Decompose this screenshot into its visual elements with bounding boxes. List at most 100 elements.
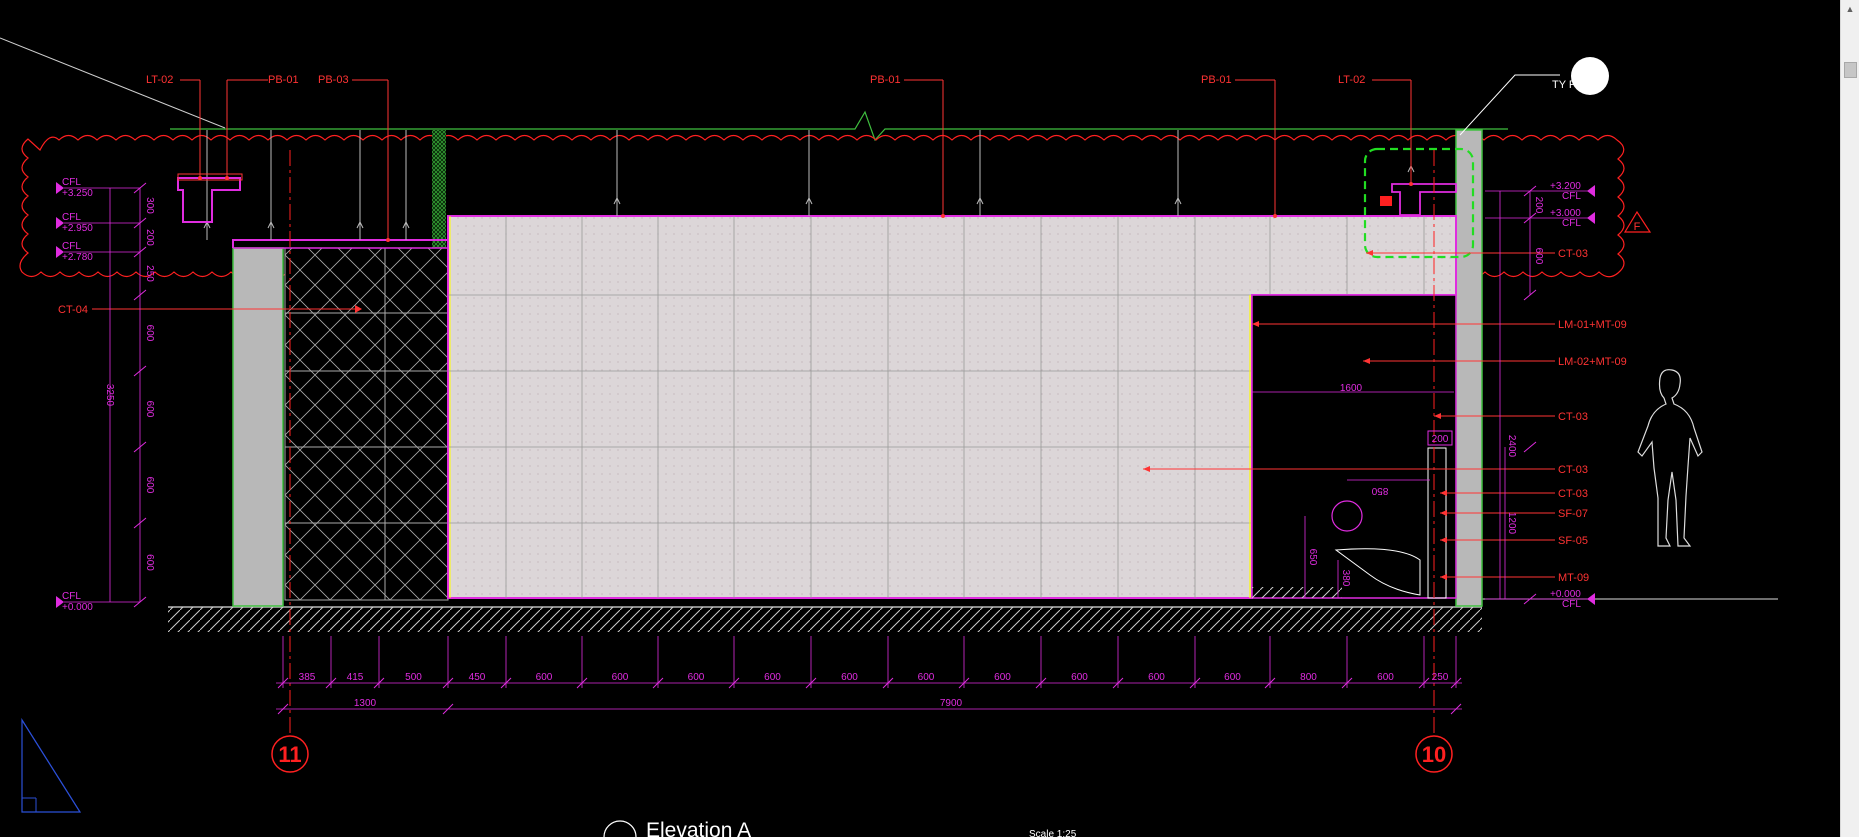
dim-total-text: 7900 bbox=[940, 698, 963, 709]
top-tag-dot bbox=[198, 176, 202, 180]
dim-text-bottom: 600 bbox=[1224, 672, 1241, 683]
cad-viewport[interactable]: 11 10 F TY P 00A LT-02PB-01PB-03PB-01PB-… bbox=[0, 0, 1840, 837]
level-code-left: CFL bbox=[62, 212, 81, 223]
top-tag-dot bbox=[1273, 214, 1277, 218]
dim-text-left: 600 bbox=[144, 401, 155, 418]
pelmet-detail-right bbox=[1391, 183, 1457, 216]
dim-text-left: 200 bbox=[144, 229, 155, 246]
level-value-left: +0.000 bbox=[62, 602, 93, 613]
top-tag-label: PB-03 bbox=[318, 74, 349, 86]
dim-text-bottom: 385 bbox=[299, 672, 316, 683]
right-tag-label: CT-03 bbox=[1558, 488, 1588, 500]
dim-text-left: 600 bbox=[144, 554, 155, 571]
top-tag-label: PB-01 bbox=[1201, 74, 1232, 86]
dim-text-bottom: 600 bbox=[841, 672, 858, 683]
top-tag-label: LT-02 bbox=[146, 74, 173, 86]
mesh-column bbox=[432, 130, 446, 248]
dim-text-bottom: 600 bbox=[612, 672, 629, 683]
dim-text-left: 300 bbox=[144, 197, 155, 214]
section-marker-label: F bbox=[1634, 221, 1641, 233]
scroll-thumb[interactable] bbox=[1844, 62, 1857, 78]
level-code-left: CFL bbox=[62, 591, 81, 602]
level-marker-right bbox=[1587, 212, 1595, 224]
dim-text-bottom: 600 bbox=[994, 672, 1011, 683]
right-tag-label: CT-03 bbox=[1558, 248, 1588, 260]
dim-text-left: 600 bbox=[144, 477, 155, 494]
grid-label-10: 10 bbox=[1422, 742, 1446, 767]
level-marker-right bbox=[1587, 185, 1595, 197]
dim-text-bottom: 415 bbox=[347, 672, 364, 683]
level-code-left: CFL bbox=[62, 241, 81, 252]
human-scale-figure bbox=[1637, 369, 1703, 547]
right-column bbox=[1455, 129, 1483, 607]
dim-text-inner: 200 bbox=[1432, 434, 1449, 445]
dim-text-inner: 1600 bbox=[1340, 383, 1363, 394]
dim-text-right: 1200 bbox=[1506, 512, 1517, 535]
reference-leader bbox=[1459, 74, 1560, 136]
top-tag-dot bbox=[386, 238, 390, 242]
bottom-dimension-chain: 385 415 500 450 600 600 600 600 600 600 600 600 600 6… bbox=[276, 636, 1462, 689]
dim-text-bottom: 600 bbox=[918, 672, 935, 683]
top-tag-dot bbox=[225, 176, 229, 180]
dim-text-bottom: 500 bbox=[405, 672, 422, 683]
level-code-right: CFL bbox=[1562, 599, 1581, 610]
dim-text-left: 250 bbox=[144, 265, 155, 282]
dim-total-left: 3250 bbox=[104, 384, 115, 407]
drawing-title: Elevation A bbox=[646, 819, 751, 837]
dim-text-inner: 380 bbox=[1340, 570, 1351, 587]
ground-hatch bbox=[168, 607, 1482, 632]
left-level-markers: CFL+3.250CFL+2.950CFL+2.780CFL+0.000 bbox=[56, 177, 140, 613]
right-tag-label: LM-02+MT-09 bbox=[1558, 356, 1627, 368]
dim-text-inner: 850 bbox=[1371, 485, 1388, 496]
level-marker-right bbox=[1587, 593, 1595, 605]
top-tag-dot bbox=[1409, 182, 1413, 186]
dim-text-bottom: 250 bbox=[1432, 672, 1449, 683]
soffit-line bbox=[232, 216, 449, 248]
top-tag-label: LT-02 bbox=[1338, 74, 1365, 86]
left-column bbox=[232, 247, 284, 607]
dim-text-bottom: 600 bbox=[1377, 672, 1394, 683]
dim-text-bottom: 450 bbox=[469, 672, 486, 683]
plinth-hatch bbox=[1252, 587, 1342, 598]
top-tag-label: PB-01 bbox=[870, 74, 901, 86]
dim-text-bottom: 600 bbox=[764, 672, 781, 683]
dim-tick-right bbox=[1523, 441, 1537, 453]
right-tag-label: SF-07 bbox=[1558, 508, 1588, 520]
vertical-scrollbar[interactable]: ▲ bbox=[1840, 0, 1859, 837]
level-value-left: +2.950 bbox=[62, 223, 93, 234]
left-tag: CT-04 bbox=[58, 304, 88, 316]
wardrobe-recess bbox=[1251, 294, 1457, 599]
bottom-total-dimensions: 1300 7900 bbox=[276, 698, 1462, 715]
dim-text-right: 2400 bbox=[1506, 435, 1517, 458]
dim-text-right: 600 bbox=[1533, 248, 1544, 265]
level-code-right: CFL bbox=[1562, 218, 1581, 229]
grid-label-11: 11 bbox=[278, 742, 301, 767]
dim-text-bottom: 600 bbox=[1148, 672, 1165, 683]
leader-line bbox=[0, 37, 226, 129]
dim-text-bottom: 600 bbox=[688, 672, 705, 683]
title-bubble bbox=[603, 820, 637, 837]
dim-text-bottom: 800 bbox=[1300, 672, 1317, 683]
dim-text-bottom: 600 bbox=[536, 672, 553, 683]
left-dimension-chain: 300 200 250 600 600 600 600 3250 bbox=[104, 182, 155, 608]
light-fixture-right bbox=[1380, 196, 1392, 206]
pelmet-detail-left bbox=[177, 177, 241, 223]
level-code-right: CFL bbox=[1562, 191, 1581, 202]
north-triangle bbox=[21, 717, 82, 813]
herringbone-panel bbox=[284, 247, 449, 601]
level-value-left: +2.780 bbox=[62, 252, 93, 263]
right-tag-label: SF-05 bbox=[1558, 535, 1588, 547]
right-tag-label: CT-03 bbox=[1558, 464, 1588, 476]
right-tag-label: MT-09 bbox=[1558, 572, 1589, 584]
dim-text-inner: 650 bbox=[1307, 549, 1318, 566]
dim-text-right: 200 bbox=[1533, 197, 1544, 214]
scroll-up-arrow-icon[interactable]: ▲ bbox=[1841, 0, 1859, 17]
top-tag-dot bbox=[941, 214, 945, 218]
reference-bubble bbox=[1571, 57, 1609, 95]
right-tag-label: CT-03 bbox=[1558, 411, 1588, 423]
elevation-drawing: 11 10 F TY P 00A LT-02PB-01PB-03PB-01PB-… bbox=[0, 37, 1778, 837]
top-tag-label: PB-01 bbox=[268, 74, 299, 86]
dim-total-text: 1300 bbox=[354, 698, 377, 709]
drawing-scale: Scale 1:25 bbox=[1029, 829, 1077, 837]
level-code-left: CFL bbox=[62, 177, 81, 188]
